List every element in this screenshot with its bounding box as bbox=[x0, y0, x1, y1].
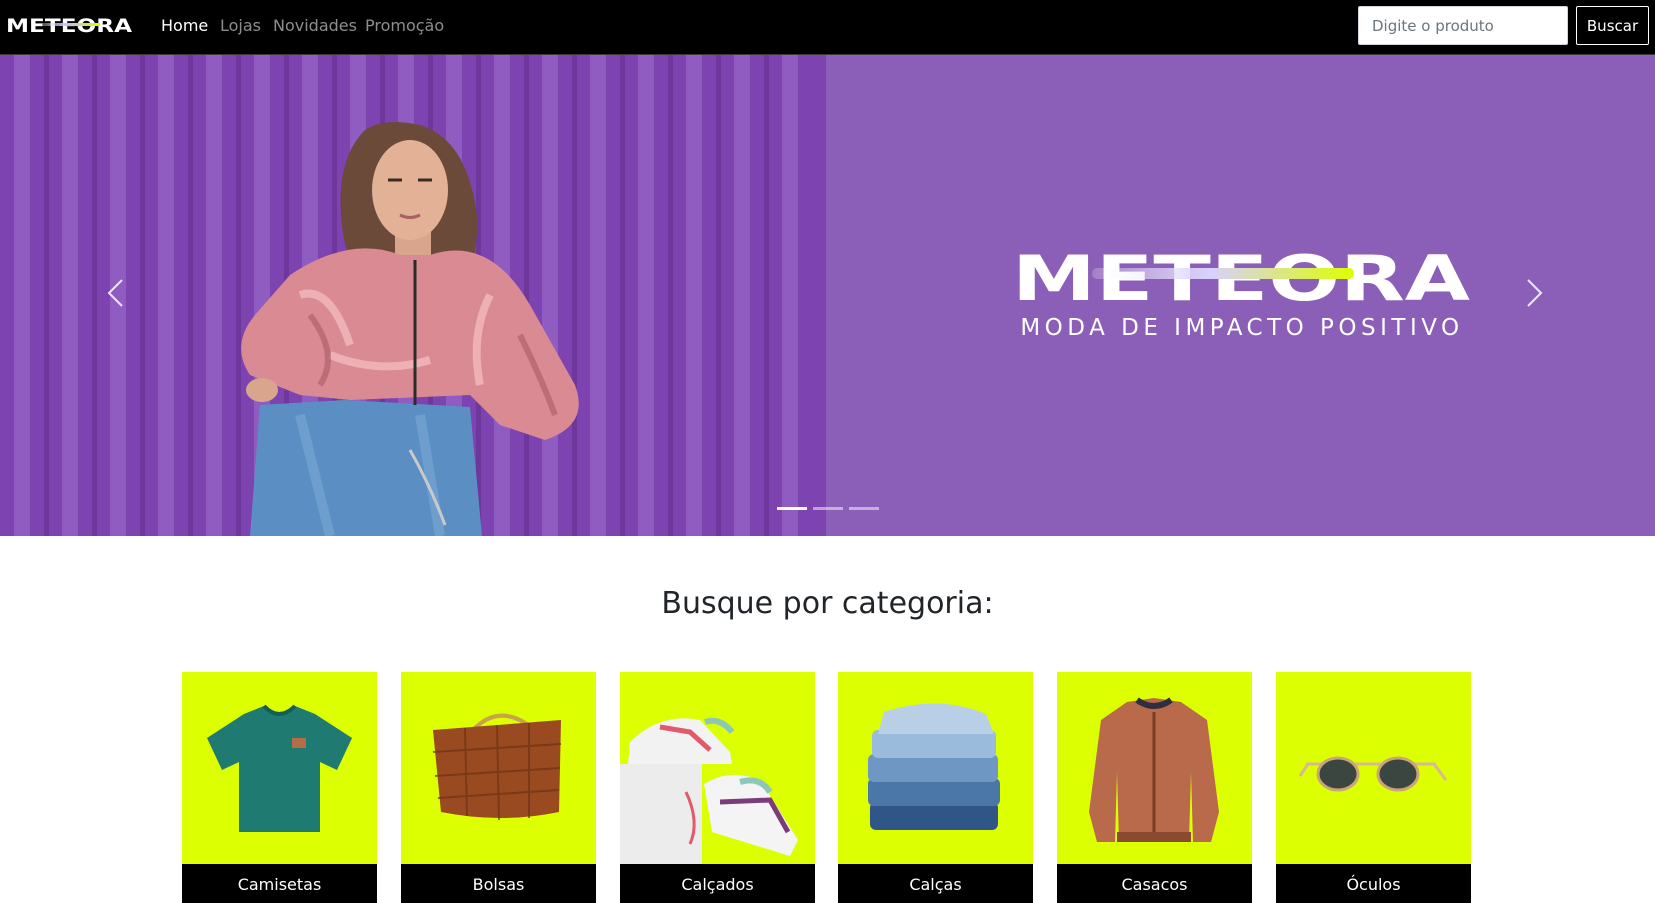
handbag-icon bbox=[432, 713, 562, 821]
category-label: Calças bbox=[838, 864, 1033, 903]
brand-logo[interactable]: METEORA bbox=[6, 13, 134, 37]
category-label: Camisetas bbox=[182, 864, 377, 903]
category-card-calcados[interactable]: Calçados bbox=[620, 672, 815, 903]
nav-link-lojas[interactable]: Lojas bbox=[220, 16, 261, 36]
category-label: Calçados bbox=[620, 864, 815, 903]
sneaker-icon bbox=[620, 717, 798, 864]
carousel-indicators bbox=[0, 507, 1655, 510]
nav-link-novidades[interactable]: Novidades bbox=[273, 16, 357, 36]
nav-link-promocao[interactable]: Promoção bbox=[365, 16, 444, 36]
chevron-right-icon bbox=[1527, 279, 1543, 307]
category-card-bolsas[interactable]: Bolsas bbox=[401, 672, 596, 903]
category-card-casacos[interactable]: Casacos bbox=[1057, 672, 1252, 903]
category-label: Bolsas bbox=[401, 864, 596, 903]
category-label: Casacos bbox=[1057, 864, 1252, 903]
carousel-indicator-1[interactable] bbox=[776, 507, 807, 510]
carousel-next-button[interactable] bbox=[1515, 255, 1555, 331]
categories-title: Busque por categoria: bbox=[661, 586, 994, 621]
hero-carousel: METEORA MODA DE IMPACTO POSITIVO bbox=[0, 55, 1655, 536]
carousel-indicator-2[interactable] bbox=[812, 507, 843, 510]
chevron-left-icon bbox=[107, 279, 123, 307]
carousel-indicator-3[interactable] bbox=[848, 507, 879, 510]
carousel-prev-button[interactable] bbox=[95, 255, 135, 331]
jeans-icon bbox=[868, 703, 1000, 830]
category-card-camisetas[interactable]: Camisetas bbox=[182, 672, 377, 903]
category-card-oculos[interactable]: Óculos bbox=[1276, 672, 1471, 903]
category-card-calcas[interactable]: Calças bbox=[838, 672, 1033, 903]
jacket-icon bbox=[1089, 697, 1219, 842]
search-input[interactable] bbox=[1358, 6, 1568, 45]
hero-tagline: MODA DE IMPACTO POSITIVO bbox=[1020, 315, 1464, 341]
hero-wordmark: METEORA bbox=[1012, 242, 1470, 308]
nav-link-home[interactable]: Home bbox=[161, 16, 208, 36]
category-label: Óculos bbox=[1276, 864, 1471, 903]
sunglasses-icon bbox=[1298, 756, 1448, 792]
tshirt-icon bbox=[207, 704, 352, 832]
navbar: METEORA Home Lojas Novidades Promoção Bu… bbox=[0, 0, 1655, 55]
search-button[interactable]: Buscar bbox=[1576, 6, 1649, 45]
